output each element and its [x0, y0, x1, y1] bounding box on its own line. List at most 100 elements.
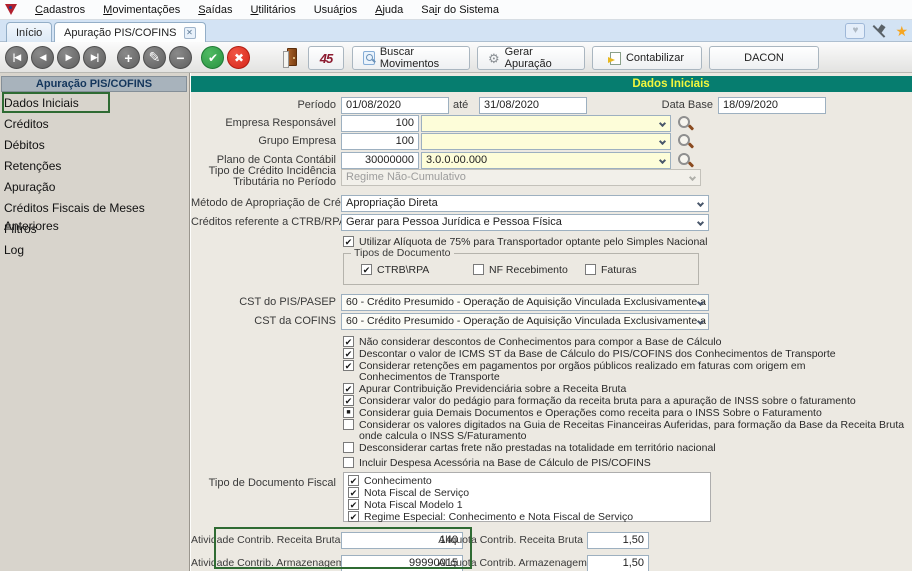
sidebar-title: Apuração PIS/COFINS: [1, 76, 187, 92]
creditos-ctrb-combo[interactable]: Gerar para Pessoa Jurídica e Pessoa Físi…: [341, 214, 709, 231]
checkbox-opt-2[interactable]: ✔: [343, 348, 354, 359]
sidebar-item-log[interactable]: Log: [4, 241, 188, 259]
ate-label: até: [453, 99, 469, 111]
tab-apuracao-pis-cofins[interactable]: Apuração PIS/COFINS ✕: [54, 22, 206, 42]
metodo-apropriacao-combo[interactable]: Apropriação Direta: [341, 195, 709, 212]
checkbox-opt-8[interactable]: [343, 442, 354, 453]
cst-pis-label: CST do PIS/PASEP: [239, 296, 336, 308]
menu-movimentacoes[interactable]: Movimentações: [94, 2, 189, 18]
checkbox-opt-1[interactable]: ✔: [343, 336, 354, 347]
report-logo-button[interactable]: 45: [308, 46, 344, 70]
menu-usuarios[interactable]: Usuários: [305, 2, 366, 18]
chevron-down-icon: [658, 156, 667, 165]
empresa-code-input[interactable]: 100: [341, 115, 419, 132]
tab-bar: Início Apuração PIS/COFINS ✕ ♥ ★: [0, 20, 912, 42]
cst-pis-combo[interactable]: 60 - Crédito Presumido - Operação de Aqu…: [341, 294, 709, 311]
checkbox-nf-recebimento[interactable]: [473, 264, 484, 275]
checkbox-faturas[interactable]: [585, 264, 596, 275]
nav-last-button[interactable]: ▶|: [83, 46, 106, 69]
tipo-doc-fiscal-label: Tipo de Documento Fiscal: [208, 477, 336, 489]
plano-lookup-icon[interactable]: [677, 152, 694, 169]
sidebar-item-creditos[interactable]: Créditos: [4, 115, 188, 133]
checkbox-aliquota-75[interactable]: ✔: [343, 236, 354, 247]
menu-sair[interactable]: Sair do Sistema: [412, 2, 508, 18]
empresa-lookup-icon[interactable]: [677, 115, 694, 132]
report-logo-icon: 45: [319, 50, 334, 66]
empresa-combo[interactable]: [421, 115, 671, 132]
tab-actions: ♥ ★: [845, 23, 908, 39]
sidebar-item-retencoes[interactable]: Retenções: [4, 157, 188, 175]
confirm-button[interactable]: ✔: [201, 46, 224, 69]
grupo-code-input[interactable]: 100: [341, 133, 419, 150]
cst-cofins-label: CST da COFINS: [254, 315, 336, 327]
checkbox-opt-5[interactable]: ✔: [343, 395, 354, 406]
menu-ajuda[interactable]: Ajuda: [366, 2, 412, 18]
sidebar-item-creditos-fiscais[interactable]: Créditos Fiscais de Meses Anteriores: [4, 199, 188, 233]
grupo-combo[interactable]: [421, 133, 671, 150]
sidebar-item-filtros[interactable]: Filtros: [4, 220, 188, 238]
checkbox-opt-3[interactable]: ✔: [343, 360, 354, 371]
gerar-apuracao-button[interactable]: ⚙ Gerar Apuração: [477, 46, 585, 70]
checkbox-opt-4[interactable]: ✔: [343, 383, 354, 394]
gerar-apuracao-label: Gerar Apuração: [504, 46, 552, 70]
aliquota-receita-input[interactable]: 1,50: [587, 532, 649, 549]
document-icon: [607, 51, 621, 65]
checkbox-conhecimento-label: Conhecimento: [364, 475, 432, 487]
plano-code-input[interactable]: 30000000: [341, 152, 419, 169]
chevron-down-icon: [658, 119, 667, 128]
sidebar-item-debitos[interactable]: Débitos: [4, 136, 188, 154]
checkbox-opt-7[interactable]: [343, 419, 354, 430]
checkbox-opt-6[interactable]: ■: [343, 407, 354, 418]
cst-cofins-combo[interactable]: 60 - Crédito Presumido - Operação de Aqu…: [341, 313, 709, 330]
search-icon: [363, 51, 375, 65]
periodo-label: Período: [297, 99, 336, 111]
nav-first-button[interactable]: |◀: [5, 46, 28, 69]
door-icon: [283, 48, 297, 68]
star-icon[interactable]: ★: [895, 24, 908, 38]
chevron-down-icon: [688, 173, 697, 182]
buscar-movimentos-label: Buscar Movimentos: [379, 46, 440, 70]
checkbox-ctrb-rpa[interactable]: ✔: [361, 264, 372, 275]
plano-combo[interactable]: 3.0.0.00.000: [421, 152, 671, 169]
checkbox-nf-servico[interactable]: ✔: [348, 487, 359, 498]
remove-button[interactable]: −: [169, 46, 192, 69]
nav-next-button[interactable]: ▶: [57, 46, 80, 69]
menu-bar: Cadastros Movimentações Saídas Utilitári…: [0, 0, 912, 20]
checkbox-regime-especial[interactable]: ✔: [348, 511, 359, 522]
close-tab-icon[interactable]: ✕: [183, 26, 196, 39]
main-panel: Dados Iniciais Período 01/08/2020 até 31…: [190, 73, 912, 571]
buscar-movimentos-button[interactable]: Buscar Movimentos: [352, 46, 470, 70]
periodo-to-input[interactable]: 31/08/2020: [479, 97, 587, 114]
sidebar-item-apuracao[interactable]: Apuração: [4, 178, 188, 196]
metodo-apropriacao-label: Método de Apropriação de Créditos: [191, 197, 365, 209]
data-base-input[interactable]: 18/09/2020: [718, 97, 826, 114]
dacon-label: DACON: [744, 52, 784, 64]
aliquota-armazenagem-input[interactable]: 1,50: [587, 555, 649, 571]
add-button[interactable]: +: [117, 46, 140, 69]
checkbox-opt-1-label: Não considerar descontos de Conhecimento…: [359, 336, 722, 348]
dacon-button[interactable]: DACON: [709, 46, 819, 70]
tab-inicio[interactable]: Início: [6, 22, 53, 42]
checkbox-conhecimento[interactable]: ✔: [348, 475, 359, 486]
menu-utilitarios[interactable]: Utilitários: [241, 2, 304, 18]
contabilizar-button[interactable]: Contabilizar: [592, 46, 702, 70]
checkbox-opt-9[interactable]: [343, 457, 354, 468]
nav-prev-button[interactable]: ◀: [31, 46, 54, 69]
periodo-from-input[interactable]: 01/08/2020: [341, 97, 449, 114]
tipo-credito-combo: Regime Não-Cumulativo: [341, 169, 701, 186]
tab-inicio-label: Início: [16, 26, 43, 39]
data-base-label: Data Base: [661, 99, 713, 111]
checkbox-nf-modelo1[interactable]: ✔: [348, 499, 359, 510]
pin-disabled-icon[interactable]: [873, 24, 887, 38]
exit-door-icon[interactable]: [281, 48, 297, 68]
chevron-down-icon: [696, 199, 705, 208]
cancel-button[interactable]: ✖: [227, 46, 250, 69]
grupo-lookup-icon[interactable]: [677, 133, 694, 150]
menu-saidas[interactable]: Saídas: [189, 2, 241, 18]
edit-button[interactable]: ✎: [143, 46, 166, 69]
checkbox-nf-servico-label: Nota Fiscal de Serviço: [364, 487, 470, 499]
annotation-highlight-sidebar: [2, 92, 110, 113]
favorites-heart-icon[interactable]: ♥: [845, 23, 866, 39]
grupo-empresa-label: Grupo Empresa: [258, 135, 336, 147]
menu-cadastros[interactable]: Cadastros: [26, 2, 94, 18]
